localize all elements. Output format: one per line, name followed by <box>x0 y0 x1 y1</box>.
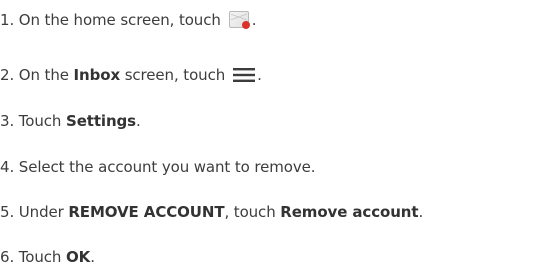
step-1-text: 1. On the home screen, touch <box>0 11 221 29</box>
step-3-settings-label: Settings <box>66 112 137 130</box>
step-2: 2. On the Inbox screen, touch. <box>0 63 262 87</box>
step-6-ok-label: OK <box>66 248 91 266</box>
step-6: 6. Touch OK. <box>0 245 95 269</box>
step-1-period: . <box>251 11 257 29</box>
step-2-inbox-label: Inbox <box>73 66 121 84</box>
step-5-prefix: 5. Under <box>0 203 69 221</box>
step-5-remove-account-section: REMOVE ACCOUNT <box>68 203 225 221</box>
step-2-period: . <box>257 66 262 84</box>
step-5-middle: , touch <box>224 203 281 221</box>
step-5-period: . <box>418 203 424 221</box>
step-4-text: 4. Select the account you want to remove… <box>0 158 316 176</box>
step-5-remove-account-label: Remove account <box>280 203 419 221</box>
notification-badge <box>241 21 250 29</box>
menu-icon <box>233 68 256 82</box>
email-app-icon <box>228 11 250 29</box>
step-2-middle: screen, touch <box>120 66 226 84</box>
step-6-prefix: 6. Touch <box>0 248 66 266</box>
step-1: 1. On the home screen, touch. <box>0 8 257 32</box>
step-2-prefix: 2. On the <box>0 66 74 84</box>
step-5: 5. Under REMOVE ACCOUNT, touch Remove ac… <box>0 200 423 224</box>
step-4: 4. Select the account you want to remove… <box>0 155 316 179</box>
step-3-period: . <box>136 112 141 130</box>
step-3: 3. Touch Settings. <box>0 109 141 133</box>
step-3-prefix: 3. Touch <box>0 112 66 130</box>
step-6-period: . <box>90 248 95 266</box>
